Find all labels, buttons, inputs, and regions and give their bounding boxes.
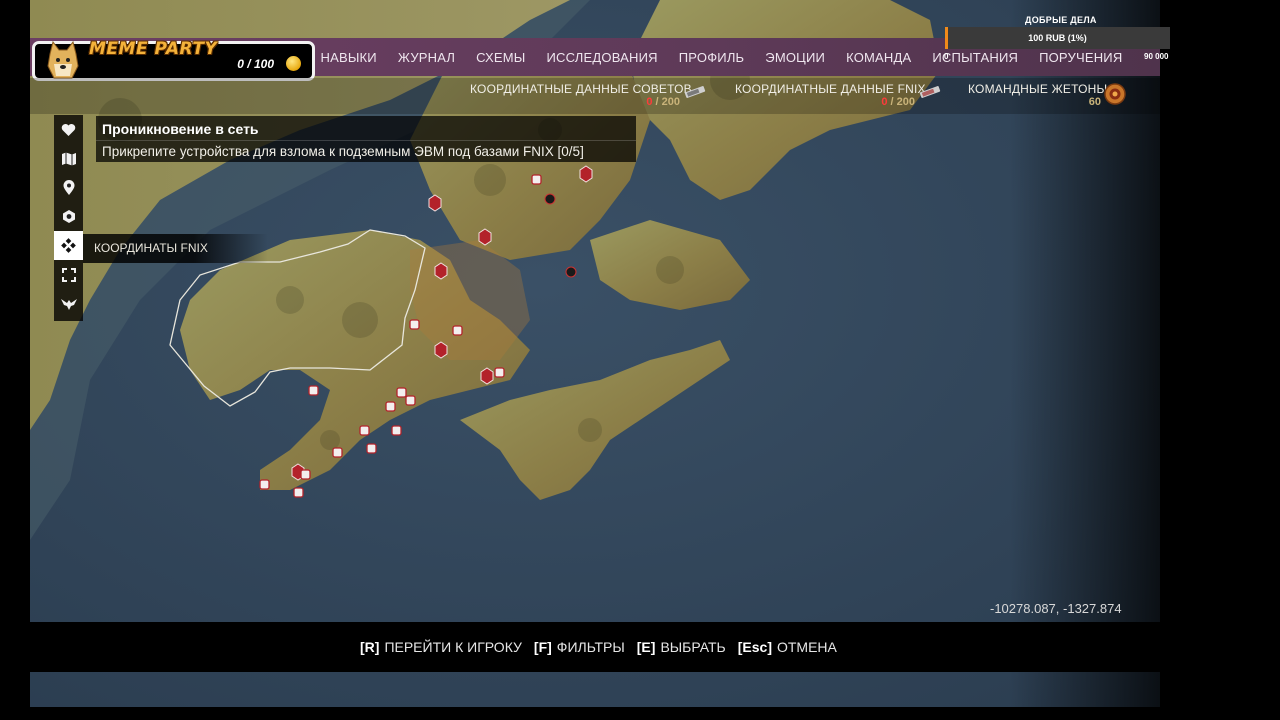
poi-marker [405,395,416,406]
poi-marker [385,401,396,412]
waypoint-tool[interactable] [54,173,83,202]
hint-select[interactable]: [E] ВЫБРАТЬ [637,639,726,655]
cursor-coordinates: -10278.087, -1327.874 [990,601,1122,616]
winged-emblem-icon [60,298,77,310]
hostile-marker [544,193,556,205]
mission-tracker[interactable]: Проникновение в сеть Прикрепите устройст… [96,116,636,162]
resource-name: КООРДИНАТНЫЕ ДАННЫЕ СОВЕТОВ [470,82,692,96]
poi-marker [409,319,420,330]
tab-journal[interactable]: ЖУРНАЛ [387,50,465,65]
key-hints: [R] ПЕРЕЙТИ К ИГРОКУ [F] ФИЛЬТРЫ [E] ВЫБРАТ… [360,639,837,655]
poi-marker [308,385,319,396]
map-layers-tool[interactable] [54,144,83,173]
brand-title: MEME PARTY [89,39,218,59]
poi-marker [366,443,377,454]
mission-divider [96,140,636,141]
tab-blueprints[interactable]: СХЕМЫ [466,50,536,65]
good-deeds-value: 100 RUB (1%) [1028,33,1087,43]
poi-marker [531,174,542,185]
resource-value: 60 [1088,96,1101,108]
hint-cancel[interactable]: [Esc] ОТМЕНА [738,639,837,655]
map-tool-column [54,115,83,321]
good-deeds-progress: 100 RUB (1%) [945,27,1170,49]
focus-frame-icon [61,267,76,282]
fnix-coordinates-icon [61,238,76,253]
hint-go-to-player[interactable]: [R] ПЕРЕЙТИ К ИГРОКУ [360,639,522,655]
good-deeds-min: 0 [944,52,949,61]
bottom-letterbox [0,707,1280,720]
tab-profile[interactable]: ПРОФИЛЬ [668,50,755,65]
poi-marker [293,487,304,498]
bases-tool[interactable] [54,202,83,231]
resource-soviet-coordinates: КООРДИНАТНЫЕ ДАННЫЕ СОВЕТОВ 0 / 200 [470,82,706,108]
resource-command-tokens: КОМАНДНЫЕ ЖЕТОНЫ 60 [968,82,1126,108]
data-stick-icon [919,86,941,98]
favorites-tool[interactable] [54,115,83,144]
resource-value: 0 / 200 [881,96,915,108]
token-icon [1104,83,1126,105]
poi-marker [396,387,407,398]
resource-fnix-coordinates: КООРДИНАТНЫЕ ДАННЫЕ FNIX 0 / 200 [735,82,941,108]
tab-skills[interactable]: НАВЫКИ [310,50,387,65]
resource-name: КОМАНДНЫЕ ЖЕТОНЫ [968,82,1108,96]
hexagon-icon [62,210,75,223]
poi-marker [332,447,343,458]
good-deeds-label: ДОБРЫЕ ДЕЛА [1025,15,1097,25]
poi-marker [259,479,270,490]
meme-party-badge: MEME PARTY 0 / 100 [32,39,315,81]
fnix-base-marker [434,341,448,359]
left-letterbox [0,0,30,720]
location-pin-icon [63,179,74,195]
hint-filters[interactable]: [F] ФИЛЬТРЫ [534,639,625,655]
tab-challenges[interactable]: ИСПЫТАНИЯ [922,50,1029,65]
fnix-base-marker [579,165,593,183]
good-deeds-max: 90 000 [1144,52,1169,61]
data-stick-icon [684,86,706,98]
tab-assignments[interactable]: ПОРУЧЕНИЯ [1029,50,1133,65]
hostile-marker [565,266,577,278]
coin-icon [286,56,301,71]
poi-marker [452,325,463,336]
poi-marker [359,425,370,436]
poi-marker [300,469,311,480]
tab-emotes[interactable]: ЭМОЦИИ [755,50,836,65]
tab-team[interactable]: КОМАНДА [836,50,922,65]
resource-name: КООРДИНАТНЫЕ ДАННЫЕ FNIX [735,82,926,96]
fnix-base-marker [478,228,492,246]
mission-title: Проникновение в сеть [102,121,259,137]
fnix-base-marker [434,262,448,280]
currency-count: 0 / 100 [237,57,274,71]
resource-value: 0 / 200 [646,96,680,108]
center-view-tool[interactable] [54,260,83,289]
poi-marker [391,425,402,436]
fnix-base-marker [480,367,494,385]
fnix-base-marker [428,194,442,212]
poi-marker [494,367,505,378]
map-icon [61,152,76,165]
tab-research[interactable]: ИССЛЕДОВАНИЯ [536,50,668,65]
faction-tool[interactable] [54,289,83,318]
right-letterbox [1160,0,1280,720]
active-tool-label: КООРДИНАТЫ FNIX [83,234,268,263]
doge-avatar-icon [47,40,79,79]
mission-objective: Прикрепите устройства для взлома к подзе… [102,144,584,159]
fnix-coordinates-tool[interactable] [54,231,83,260]
heart-icon [61,123,76,136]
